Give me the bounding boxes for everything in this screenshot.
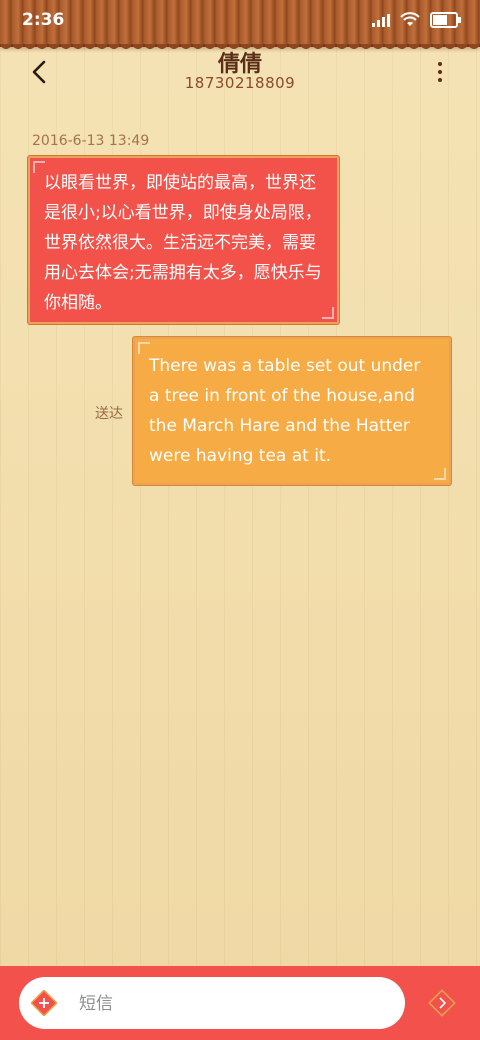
- outgoing-message-bubble[interactable]: There was a table set out under a tree i…: [133, 337, 451, 485]
- send-button[interactable]: [428, 989, 456, 1017]
- send-icon: [428, 989, 456, 1017]
- more-options-button[interactable]: [422, 54, 458, 90]
- delivery-status: 送达: [95, 406, 123, 422]
- add-attachment-icon: [30, 989, 58, 1017]
- status-time: 2:36: [22, 10, 65, 30]
- more-vertical-icon: [438, 62, 442, 82]
- message-timestamp: 2016-6-13 13:49: [32, 133, 150, 149]
- contact-number: 18730218809: [184, 74, 296, 92]
- composer-bar: [0, 966, 480, 1040]
- incoming-message-bubble[interactable]: 以眼看世界，即使站的最高，世界还是很小;以心看世界，即使身处局限，世界依然很大。…: [28, 156, 339, 324]
- messaging-app: 2:36 倩倩 18730218809 2016-6-13 13:49 以眼看世…: [0, 0, 480, 1040]
- add-attachment-button[interactable]: [30, 989, 58, 1017]
- battery-icon: [430, 12, 461, 28]
- conversation-header: 倩倩 18730218809: [0, 44, 480, 104]
- status-bar: 2:36: [0, 0, 480, 40]
- message-input[interactable]: [77, 977, 391, 1031]
- message-input-container: [19, 977, 405, 1031]
- signal-icon: [372, 13, 390, 27]
- wifi-icon: [400, 12, 420, 26]
- status-icons: [372, 12, 461, 28]
